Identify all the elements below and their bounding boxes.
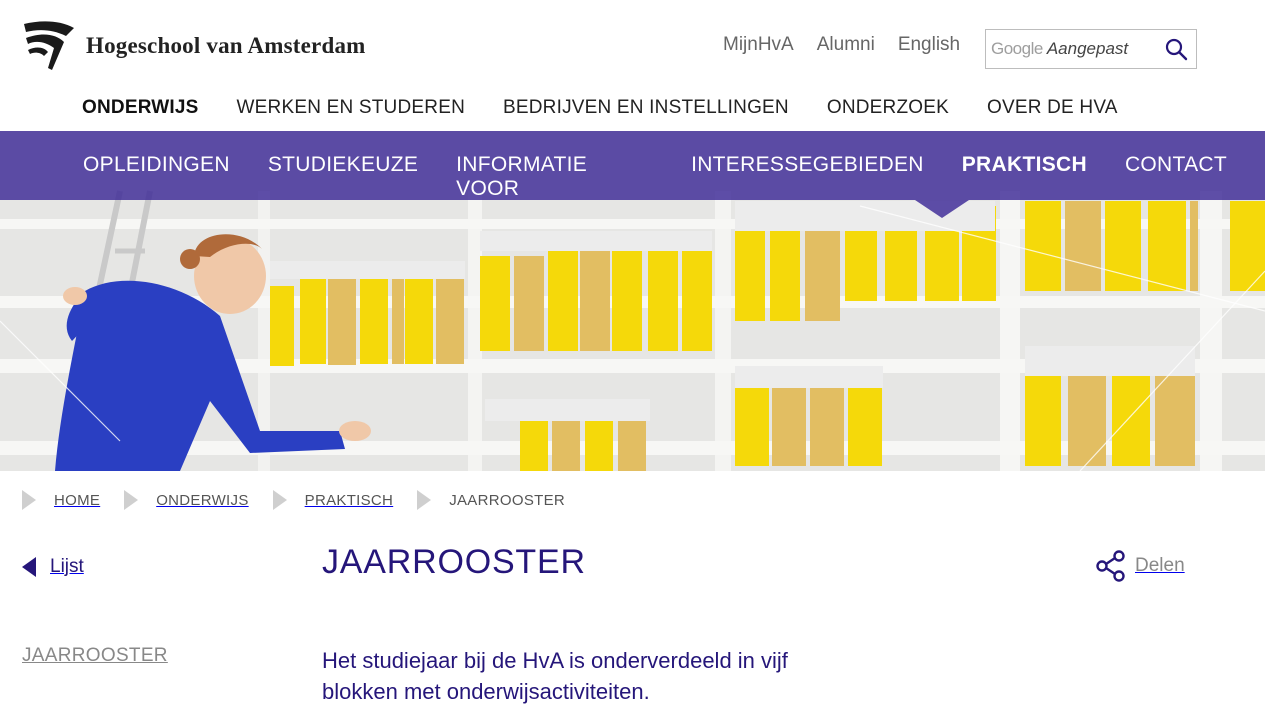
search-input[interactable]: Google Aangepast	[985, 29, 1197, 69]
arrow-left-icon	[22, 557, 36, 577]
breadcrumb-arrow-icon	[272, 490, 287, 510]
breadcrumb-praktisch[interactable]: PRAKTISCH	[272, 490, 394, 510]
sub-nav: OPLEIDINGEN STUDIEKEUZE INFORMATIE VOOR …	[83, 153, 1265, 201]
breadcrumb-arrow-icon	[22, 490, 36, 510]
sub-nav-contact[interactable]: CONTACT	[1125, 153, 1227, 201]
util-link-english[interactable]: English	[898, 34, 960, 56]
back-to-list-link[interactable]: Lijst	[22, 556, 84, 578]
hero-banner: OPLEIDINGEN STUDIEKEUZE INFORMATIE VOOR …	[0, 131, 1265, 471]
brand-name: Hogeschool van Amsterdam	[86, 33, 366, 58]
utility-nav: MijnHvA Alumni English	[723, 34, 983, 56]
main-nav-onderzoek[interactable]: ONDERZOEK	[827, 97, 949, 119]
hva-logo[interactable]: Hogeschool van Amsterdam	[22, 20, 366, 72]
main-nav-bedrijven-en-instellingen[interactable]: BEDRIJVEN EN INSTELLINGEN	[503, 97, 789, 119]
main-nav: ONDERWIJS WERKEN EN STUDEREN BEDRIJVEN E…	[82, 97, 1156, 119]
sub-nav-praktisch[interactable]: PRAKTISCH	[962, 153, 1087, 201]
breadcrumb-arrow-icon	[124, 490, 139, 510]
share-button[interactable]: Delen	[1095, 550, 1185, 582]
intro-text: Het studiejaar bij de HvA is onderverdee…	[322, 648, 788, 704]
breadcrumb-current: JAARROOSTER	[417, 490, 565, 510]
main-nav-over-de-hva[interactable]: OVER DE HVA	[987, 97, 1118, 119]
breadcrumb: HOME ONDERWIJS PRAKTISCH JAARROOSTER	[22, 490, 589, 510]
share-icon	[1096, 550, 1125, 582]
hva-logo-icon	[24, 21, 74, 70]
main-nav-onderwijs[interactable]: ONDERWIJS	[82, 97, 199, 119]
sub-nav-studiekeuze[interactable]: STUDIEKEUZE	[268, 153, 418, 201]
search-icon[interactable]	[1164, 37, 1188, 61]
breadcrumb-arrow-icon	[417, 490, 432, 510]
page-title: JAARROOSTER	[322, 543, 586, 581]
sub-nav-interessegebieden[interactable]: INTERESSEGEBIEDEN	[691, 153, 924, 201]
sub-nav-active-pointer	[915, 200, 969, 218]
sub-nav-opleidingen[interactable]: OPLEIDINGEN	[83, 153, 230, 201]
util-link-mijnhva[interactable]: MijnHvA	[723, 34, 794, 56]
breadcrumb-onderwijs[interactable]: ONDERWIJS	[124, 490, 248, 510]
util-link-alumni[interactable]: Alumni	[817, 34, 875, 56]
search-placeholder: Google Aangepast	[991, 39, 1129, 58]
sub-nav-informatie-voor[interactable]: INFORMATIE VOOR	[456, 153, 653, 201]
side-nav-item-jaarrooster[interactable]: JAARROOSTER	[22, 645, 168, 667]
breadcrumb-home[interactable]: HOME	[22, 490, 100, 510]
main-nav-werken-en-studeren[interactable]: WERKEN EN STUDEREN	[237, 97, 465, 119]
